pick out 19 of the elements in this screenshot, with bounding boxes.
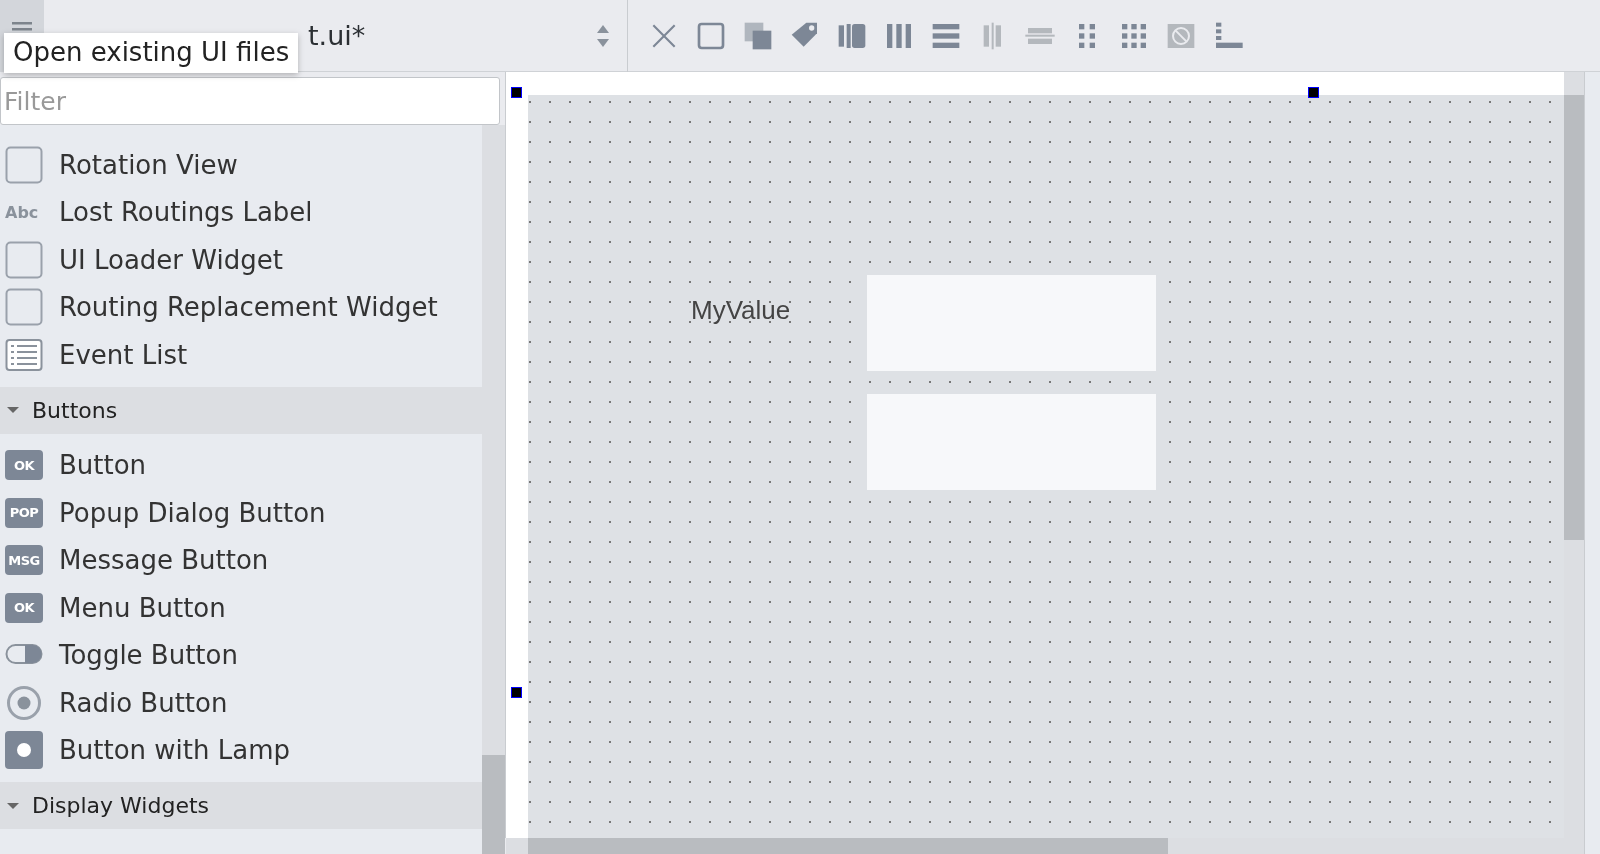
text-label-icon: Abc: [5, 202, 43, 222]
widget-name: Rotation View: [59, 149, 238, 180]
button-icon: OK: [5, 450, 43, 481]
widget-name: Lost Routings Label: [59, 197, 313, 228]
widget-name: Popup Dialog Button: [59, 497, 326, 528]
widget-name: Event List: [59, 339, 188, 370]
button-icon: OK: [5, 592, 43, 623]
widget-name: Menu Button: [59, 592, 226, 623]
value-label: MyValue: [691, 295, 791, 326]
widget-name: Toggle Button: [59, 640, 238, 671]
widget-name: Radio Button: [59, 687, 228, 718]
button-icon: POP: [5, 497, 43, 528]
widget-name: Routing Replacement Widget: [59, 292, 438, 323]
widget-name: UI Loader Widget: [59, 244, 283, 275]
widget-name: Button with Lamp: [59, 735, 291, 766]
tooltip: Open existing UI files: [4, 33, 299, 73]
widget-name: Message Button: [59, 545, 269, 576]
button-icon: MSG: [5, 545, 43, 576]
widget-name: Button: [59, 450, 147, 481]
